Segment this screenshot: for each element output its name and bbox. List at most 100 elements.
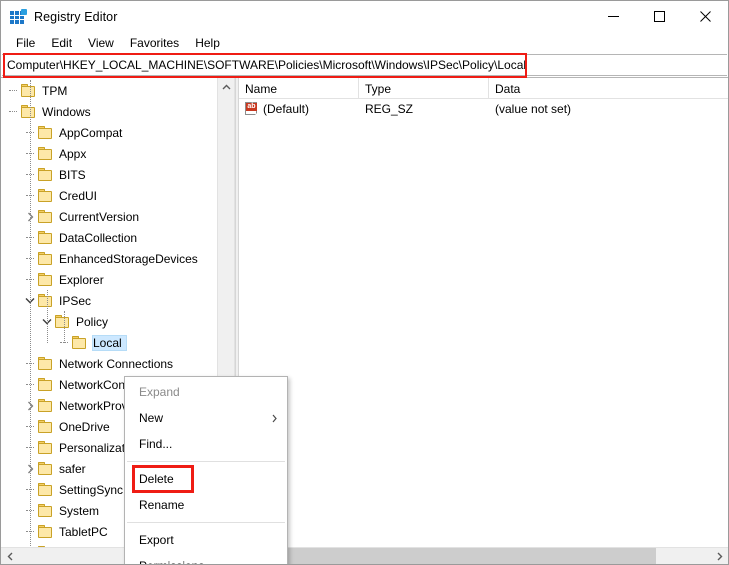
address-bar-container: Computer\HKEY_LOCAL_MACHINE\SOFTWARE\Pol… [1, 53, 728, 78]
context-menu-item-delete[interactable]: Delete [125, 466, 287, 492]
menu-edit[interactable]: Edit [43, 34, 80, 53]
tree-item-label: Windows [42, 104, 91, 119]
tree-item-enhancedstoragedevices[interactable]: EnhancedStorageDevices [1, 248, 217, 269]
tree-item-label: CredUI [59, 188, 98, 203]
menu-favorites[interactable]: Favorites [122, 34, 187, 53]
tree-item-label: IPSec [59, 293, 92, 308]
tree-item-label: CurrentVersion [59, 209, 140, 224]
values-list[interactable]: ab (Default) REG_SZ (value not set) [239, 99, 728, 547]
tree-item-datacollection[interactable]: DataCollection [1, 227, 217, 248]
values-hscroll-track[interactable] [256, 548, 711, 564]
tree-item-label: Network Connections [59, 356, 174, 371]
chevron-right-icon [272, 414, 277, 423]
folder-icon [38, 419, 54, 434]
folder-icon [38, 461, 54, 476]
tree-item-appx[interactable]: Appx [1, 143, 217, 164]
tree-item-label: safer [59, 461, 86, 476]
tree-item-local[interactable]: Local [1, 332, 217, 353]
context-menu-item-find[interactable]: Find... [125, 431, 287, 457]
folder-icon [38, 125, 54, 140]
context-menu-item-expand: Expand [125, 379, 287, 405]
close-icon[interactable] [682, 1, 728, 32]
folder-icon [38, 167, 54, 182]
column-header-name[interactable]: Name [239, 78, 359, 99]
folder-icon [38, 146, 54, 161]
tree-item-label: Explorer [59, 272, 104, 287]
tree-item-label: Local [92, 334, 127, 351]
tree-item-currentversion[interactable]: CurrentVersion [1, 206, 217, 227]
tree-item-policy[interactable]: Policy [1, 311, 217, 332]
folder-icon [38, 545, 54, 547]
context-menu-item-label: Expand [139, 385, 180, 399]
tree-item-label: OneDrive [59, 419, 110, 434]
scroll-left-icon[interactable] [1, 548, 18, 564]
values-hscroll-thumb[interactable] [256, 548, 657, 564]
menu-view[interactable]: View [80, 34, 122, 53]
tree-connector [5, 80, 21, 101]
tree-item-ipsec[interactable]: IPSec [1, 290, 217, 311]
tree-item-label: TPM [42, 83, 68, 98]
tree-item-label: SettingSync [59, 482, 124, 497]
tree-item-network-connections[interactable]: Network Connections [1, 353, 217, 374]
context-menu-item-rename[interactable]: Rename [125, 492, 287, 518]
folder-icon [38, 209, 54, 224]
content-area: TPM Windows AppCompat Appx BITS CredUI Current… [1, 77, 728, 564]
maximize-icon[interactable] [636, 1, 682, 32]
folder-icon [38, 188, 54, 203]
tree-item-label: Appx [59, 146, 87, 161]
column-header-type[interactable]: Type [359, 78, 489, 99]
menu-separator [127, 522, 285, 523]
folder-icon [38, 272, 54, 287]
tree-item-appcompat[interactable]: AppCompat [1, 122, 217, 143]
tree-item-explorer[interactable]: Explorer [1, 269, 217, 290]
values-scroll-right-icon[interactable] [711, 548, 728, 564]
value-name-text: (Default) [263, 102, 310, 116]
tree-item-label: System [59, 503, 100, 518]
tree-item-label: DataCollection [59, 230, 138, 245]
title-bar: Registry Editor [1, 1, 728, 32]
folder-icon [38, 482, 54, 497]
context-menu-item-label: New [139, 411, 164, 425]
registry-editor-icon [10, 8, 27, 25]
tree-item-windows[interactable]: Windows [1, 101, 217, 122]
context-menu-item-new[interactable]: New [125, 405, 287, 431]
tree-item-label: BITS [59, 167, 86, 182]
context-menu-item-label: Delete [139, 472, 174, 486]
context-menu-item-label: Find... [139, 437, 173, 451]
context-menu-item-permissions[interactable]: Permissions... [125, 553, 287, 564]
table-row[interactable]: ab (Default) REG_SZ (value not set) [239, 99, 728, 119]
menu-bar: File Edit View Favorites Help [1, 32, 728, 54]
folder-icon [38, 251, 54, 266]
minimize-icon[interactable] [590, 1, 636, 32]
values-horizontal-scrollbar[interactable] [239, 547, 728, 564]
folder-icon [21, 104, 37, 119]
menu-help[interactable]: Help [187, 34, 228, 53]
string-value-icon: ab [245, 102, 258, 116]
value-type-cell: REG_SZ [365, 102, 414, 116]
values-pane: Name Type Data ab (Default) REG_SZ (value n… [239, 78, 728, 564]
tree-item-bits[interactable]: BITS [1, 164, 217, 185]
values-column-header: Name Type Data [239, 78, 728, 99]
registry-key-context-menu[interactable]: Expand New Find... Delete Rename Export Permis… [124, 376, 288, 564]
tree-item-credui[interactable]: CredUI [1, 185, 217, 206]
context-menu-item-export[interactable]: Export [125, 527, 287, 553]
value-data-cell: (value not set) [495, 102, 572, 116]
tree-item-label: AppCompat [59, 125, 123, 140]
tree-guide-line [64, 311, 65, 343]
context-menu-item-label: Export [139, 533, 174, 547]
folder-icon [38, 293, 54, 308]
context-menu-item-label: Rename [139, 498, 185, 512]
column-header-data[interactable]: Data [489, 78, 728, 99]
folder-icon [38, 503, 54, 518]
tree-item-tpm[interactable]: TPM [1, 80, 217, 101]
menu-separator [127, 461, 285, 462]
window-title: Registry Editor [34, 9, 118, 24]
address-input[interactable]: Computer\HKEY_LOCAL_MACHINE\SOFTWARE\Pol… [2, 54, 727, 76]
registry-editor-window: Registry Editor File Edit View Favorites… [0, 0, 729, 565]
folder-icon [21, 83, 37, 98]
folder-icon [38, 524, 54, 539]
scroll-up-icon[interactable] [218, 78, 234, 95]
tree-guide-line [30, 80, 31, 547]
folder-icon [38, 230, 54, 245]
menu-file[interactable]: File [8, 34, 43, 53]
